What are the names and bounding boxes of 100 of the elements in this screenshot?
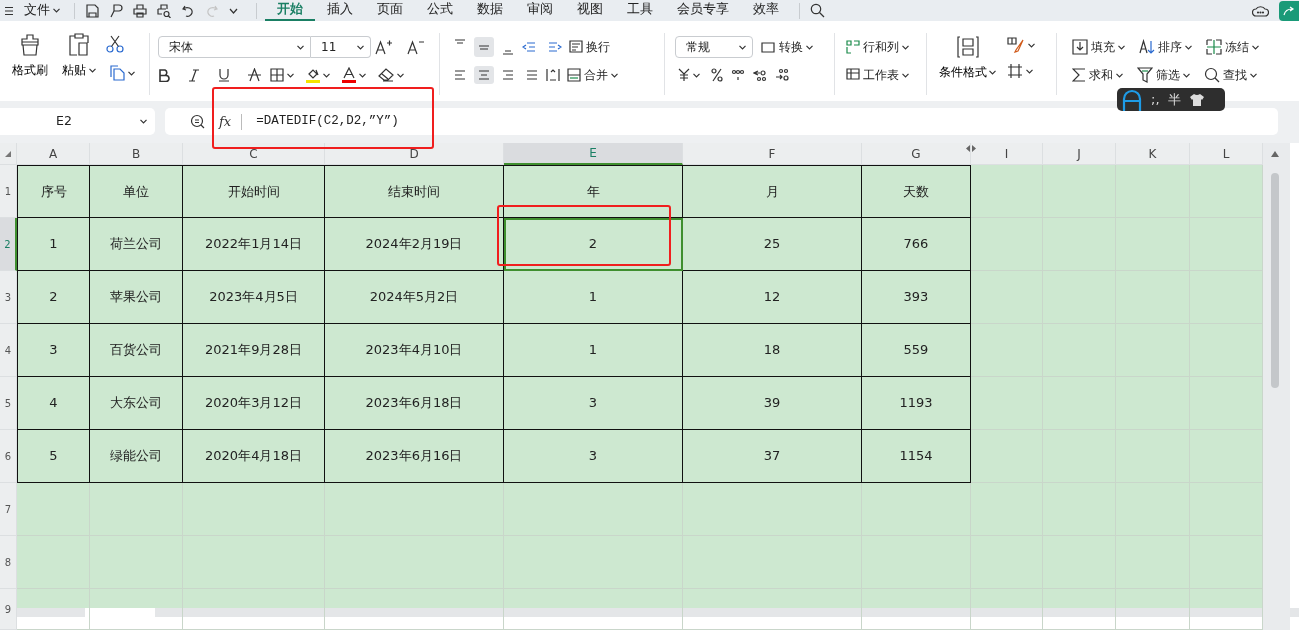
decrease-decimal-icon[interactable] bbox=[753, 68, 767, 82]
wrap-text-icon bbox=[569, 40, 583, 54]
column-header[interactable]: A bbox=[17, 143, 90, 165]
row-header[interactable]: 6 bbox=[0, 430, 17, 483]
row-header[interactable]: 9 bbox=[0, 589, 17, 630]
filter-button[interactable]: 筛选 bbox=[1134, 64, 1193, 86]
conditional-format-button[interactable]: 条件格式 bbox=[935, 33, 1000, 81]
print-preview-icon[interactable] bbox=[157, 3, 171, 18]
paste-button[interactable]: 粘贴 bbox=[58, 33, 100, 95]
ribbon-tab[interactable]: 数据 bbox=[465, 0, 515, 21]
ribbon-tab[interactable]: 会员专享 bbox=[665, 0, 741, 21]
search-icon[interactable] bbox=[810, 3, 825, 18]
chat-cloud-icon[interactable] bbox=[1252, 3, 1269, 18]
scroll-up-icon[interactable] bbox=[1271, 151, 1279, 157]
caret-icon bbox=[287, 72, 294, 78]
input-mode-icon[interactable] bbox=[1121, 88, 1143, 111]
row-header[interactable]: 8 bbox=[0, 536, 17, 589]
convert-button[interactable]: 转换 bbox=[757, 36, 816, 58]
hidden-column-icon[interactable] bbox=[966, 145, 976, 152]
freeze-button[interactable]: 冻结 bbox=[1203, 36, 1262, 58]
worksheet-button[interactable]: 工作表 bbox=[843, 64, 912, 86]
table-cell: 年 bbox=[504, 165, 683, 218]
bold-icon[interactable] bbox=[158, 68, 170, 82]
decrease-font-icon[interactable] bbox=[407, 39, 425, 55]
column-header[interactable]: K bbox=[1116, 143, 1190, 165]
column-header[interactable]: I bbox=[971, 143, 1043, 165]
undo-icon[interactable] bbox=[181, 3, 195, 18]
row-header[interactable]: 3 bbox=[0, 271, 17, 324]
sum-button[interactable]: 求和 bbox=[1069, 64, 1126, 86]
merge-button[interactable]: 合并 bbox=[564, 64, 621, 86]
rows-columns-button[interactable]: 行和列 bbox=[843, 36, 912, 58]
increase-indent-icon[interactable] bbox=[548, 40, 562, 54]
column-header[interactable]: L bbox=[1190, 143, 1263, 165]
width-mode[interactable]: 半 bbox=[1167, 89, 1181, 110]
wrap-text-button[interactable]: 换行 bbox=[566, 36, 613, 58]
table-cell: 1 bbox=[17, 218, 90, 271]
brush-icon[interactable] bbox=[109, 3, 123, 18]
row-header[interactable]: 1 bbox=[0, 165, 17, 218]
row-header[interactable]: 5 bbox=[0, 377, 17, 430]
punctuation-mode[interactable]: ;, bbox=[1151, 89, 1160, 110]
table-cell: 2 bbox=[17, 271, 90, 324]
fill-button[interactable]: 填充 bbox=[1069, 36, 1128, 58]
increase-font-icon[interactable] bbox=[375, 39, 393, 55]
print-icon[interactable] bbox=[133, 3, 147, 18]
cut-icon[interactable] bbox=[106, 35, 124, 53]
select-all-icon[interactable] bbox=[5, 150, 11, 157]
font-name-select[interactable]: 宋体 bbox=[158, 36, 311, 58]
menu-icon[interactable] bbox=[4, 5, 14, 16]
find-button[interactable]: 查找 bbox=[1201, 64, 1260, 86]
row-header[interactable]: 7 bbox=[0, 483, 17, 536]
distributed-icon[interactable] bbox=[546, 68, 560, 82]
scrollbar[interactable] bbox=[1263, 143, 1290, 630]
table-cell bbox=[971, 483, 1043, 536]
align-center-button[interactable] bbox=[474, 66, 494, 84]
increase-decimal-icon[interactable] bbox=[775, 68, 789, 82]
table-cell: 4 bbox=[17, 377, 90, 430]
caret-icon bbox=[1028, 42, 1035, 48]
table-cell: 3 bbox=[504, 377, 683, 430]
format-painter-button[interactable]: 格式刷 bbox=[8, 33, 52, 95]
sum-icon bbox=[1072, 67, 1086, 83]
table-cell: 2 bbox=[504, 218, 683, 271]
ribbon-tab[interactable]: 效率 bbox=[741, 0, 791, 21]
scrollbar-thumb[interactable] bbox=[1271, 173, 1279, 388]
align-middle-button[interactable] bbox=[474, 37, 494, 57]
skin-icon[interactable] bbox=[1188, 92, 1205, 107]
row-header[interactable]: 2 bbox=[0, 218, 17, 271]
align-icon bbox=[453, 68, 467, 82]
share-button[interactable] bbox=[1279, 0, 1299, 21]
table-cell: 1 bbox=[504, 324, 683, 377]
decrease-indent-icon[interactable] bbox=[522, 40, 536, 54]
ribbon-tab[interactable]: 页面 bbox=[365, 0, 415, 21]
font-size-select[interactable]: 11 bbox=[311, 36, 371, 58]
caret-icon[interactable] bbox=[229, 7, 238, 14]
ribbon-tab[interactable]: 工具 bbox=[615, 0, 665, 21]
underline-icon[interactable] bbox=[218, 68, 230, 82]
file-menu[interactable]: 文件 bbox=[24, 1, 60, 20]
italic-icon[interactable] bbox=[188, 68, 200, 82]
strikethrough-icon[interactable] bbox=[248, 68, 261, 82]
column-header[interactable]: B bbox=[90, 143, 183, 165]
column-header[interactable]: G bbox=[862, 143, 971, 165]
percent-icon[interactable] bbox=[711, 68, 723, 82]
column-header[interactable]: F bbox=[683, 143, 862, 165]
row-header[interactable]: 4 bbox=[0, 324, 17, 377]
name-box[interactable]: E2 bbox=[0, 108, 155, 135]
number-format-select[interactable]: 常规 bbox=[675, 36, 753, 58]
ribbon-tab[interactable]: 审阅 bbox=[515, 0, 565, 21]
borders-button[interactable] bbox=[267, 66, 297, 84]
column-header[interactable]: J bbox=[1043, 143, 1116, 165]
cell-style-button[interactable] bbox=[1004, 35, 1038, 55]
formula-field[interactable]: fx =DATEDIF(C2,D2,”Y”) bbox=[165, 108, 1278, 135]
thousands-icon[interactable] bbox=[731, 68, 745, 82]
column-header[interactable]: D bbox=[325, 143, 504, 165]
ribbon-tab[interactable]: 公式 bbox=[415, 0, 465, 21]
column-header[interactable]: E bbox=[504, 143, 683, 165]
sort-button[interactable]: 排序 bbox=[1136, 36, 1195, 58]
font-color-button[interactable] bbox=[339, 65, 369, 85]
column-header[interactable]: C bbox=[183, 143, 325, 165]
ribbon-tab[interactable]: 插入 bbox=[315, 0, 365, 21]
save-icon[interactable] bbox=[85, 3, 99, 18]
ribbon-tab[interactable]: 视图 bbox=[565, 0, 615, 21]
